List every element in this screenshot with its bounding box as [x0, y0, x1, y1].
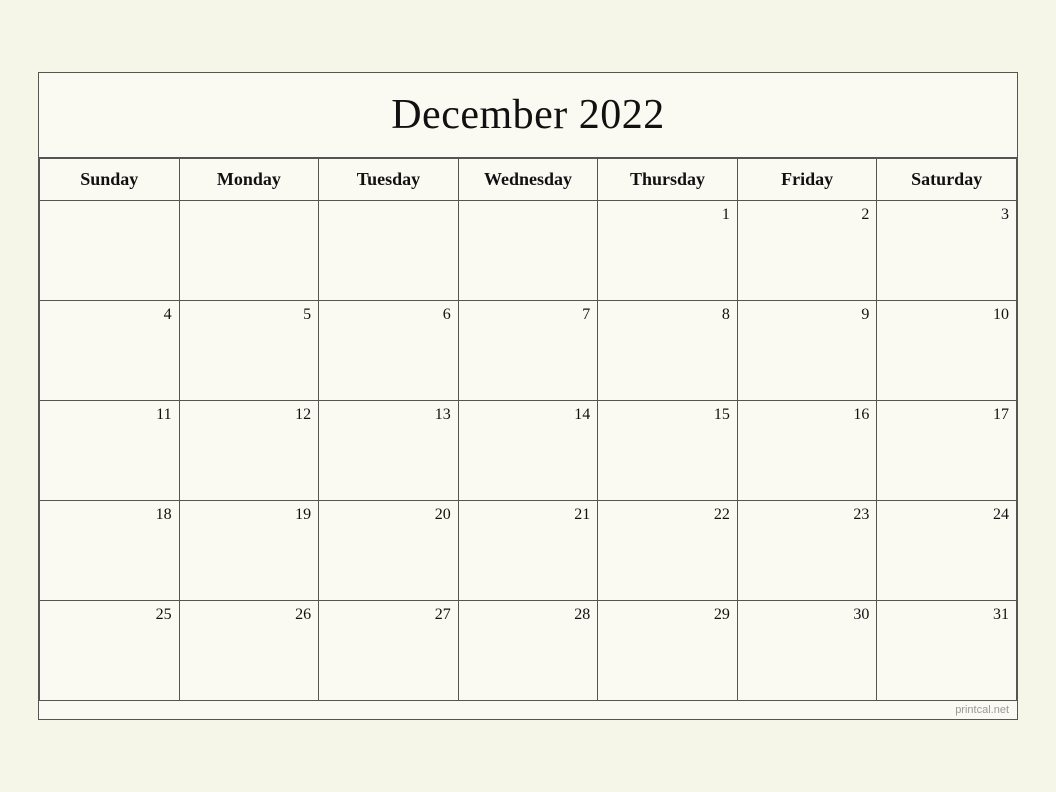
day-cell-20[interactable]: 20: [319, 501, 459, 601]
day-cell-14[interactable]: 14: [458, 401, 598, 501]
day-cell-19[interactable]: 19: [179, 501, 319, 601]
day-cell-12[interactable]: 12: [179, 401, 319, 501]
day-header-wednesday: Wednesday: [458, 159, 598, 201]
day-cell-22[interactable]: 22: [598, 501, 738, 601]
day-header-sunday: Sunday: [40, 159, 180, 201]
day-headers-row: SundayMondayTuesdayWednesdayThursdayFrid…: [40, 159, 1017, 201]
day-cell-5[interactable]: 5: [179, 301, 319, 401]
day-number-23: 23: [745, 506, 870, 524]
day-cell-9[interactable]: 9: [737, 301, 877, 401]
day-number-8: 8: [605, 306, 730, 324]
day-number-5: 5: [187, 306, 312, 324]
day-number-3: 3: [884, 206, 1009, 224]
day-number-17: 17: [884, 406, 1009, 424]
day-number-16: 16: [745, 406, 870, 424]
day-number-20: 20: [326, 506, 451, 524]
day-number-2: 2: [745, 206, 870, 224]
week-row-5: 25 26 27 28 29 30 31: [40, 601, 1017, 701]
day-number-25: 25: [47, 606, 172, 624]
day-number-7: 7: [466, 306, 591, 324]
day-number-12: 12: [187, 406, 312, 424]
empty-cell[interactable]: [319, 201, 459, 301]
day-number-22: 22: [605, 506, 730, 524]
day-number-1: 1: [605, 206, 730, 224]
day-cell-2[interactable]: 2: [737, 201, 877, 301]
day-header-thursday: Thursday: [598, 159, 738, 201]
day-cell-23[interactable]: 23: [737, 501, 877, 601]
empty-cell[interactable]: [458, 201, 598, 301]
day-cell-25[interactable]: 25: [40, 601, 180, 701]
day-number-15: 15: [605, 406, 730, 424]
day-header-friday: Friday: [737, 159, 877, 201]
week-row-1: 123: [40, 201, 1017, 301]
empty-cell[interactable]: [40, 201, 180, 301]
day-cell-15[interactable]: 15: [598, 401, 738, 501]
calendar-table: SundayMondayTuesdayWednesdayThursdayFrid…: [39, 158, 1017, 701]
day-cell-13[interactable]: 13: [319, 401, 459, 501]
day-cell-21[interactable]: 21: [458, 501, 598, 601]
day-cell-18[interactable]: 18: [40, 501, 180, 601]
day-number-18: 18: [47, 506, 172, 524]
watermark: printcal.net: [39, 701, 1017, 719]
day-header-saturday: Saturday: [877, 159, 1017, 201]
calendar-container: December 2022 SundayMondayTuesdayWednesd…: [38, 72, 1018, 720]
day-cell-8[interactable]: 8: [598, 301, 738, 401]
day-cell-11[interactable]: 11: [40, 401, 180, 501]
day-number-27: 27: [326, 606, 451, 624]
day-number-11: 11: [47, 406, 172, 424]
week-row-4: 18 19 20 21 22 23 24: [40, 501, 1017, 601]
day-number-14: 14: [466, 406, 591, 424]
day-cell-30[interactable]: 30: [737, 601, 877, 701]
day-cell-1[interactable]: 1: [598, 201, 738, 301]
day-header-monday: Monday: [179, 159, 319, 201]
day-header-tuesday: Tuesday: [319, 159, 459, 201]
day-cell-27[interactable]: 27: [319, 601, 459, 701]
day-cell-7[interactable]: 7: [458, 301, 598, 401]
day-number-19: 19: [187, 506, 312, 524]
day-cell-4[interactable]: 4: [40, 301, 180, 401]
day-number-10: 10: [884, 306, 1009, 324]
day-cell-10[interactable]: 10: [877, 301, 1017, 401]
day-number-9: 9: [745, 306, 870, 324]
day-number-21: 21: [466, 506, 591, 524]
day-number-26: 26: [187, 606, 312, 624]
day-number-6: 6: [326, 306, 451, 324]
day-cell-16[interactable]: 16: [737, 401, 877, 501]
week-row-3: 11 12 13 14 15 16 17: [40, 401, 1017, 501]
day-number-13: 13: [326, 406, 451, 424]
empty-cell[interactable]: [179, 201, 319, 301]
week-row-2: 456789 10: [40, 301, 1017, 401]
day-cell-17[interactable]: 17: [877, 401, 1017, 501]
day-cell-3[interactable]: 3: [877, 201, 1017, 301]
day-number-31: 31: [884, 606, 1009, 624]
day-cell-6[interactable]: 6: [319, 301, 459, 401]
day-number-29: 29: [605, 606, 730, 624]
day-cell-31[interactable]: 31: [877, 601, 1017, 701]
day-number-28: 28: [466, 606, 591, 624]
day-cell-26[interactable]: 26: [179, 601, 319, 701]
calendar-title: December 2022: [39, 73, 1017, 158]
day-number-4: 4: [47, 306, 172, 324]
day-cell-24[interactable]: 24: [877, 501, 1017, 601]
day-cell-28[interactable]: 28: [458, 601, 598, 701]
day-number-24: 24: [884, 506, 1009, 524]
day-number-30: 30: [745, 606, 870, 624]
day-cell-29[interactable]: 29: [598, 601, 738, 701]
